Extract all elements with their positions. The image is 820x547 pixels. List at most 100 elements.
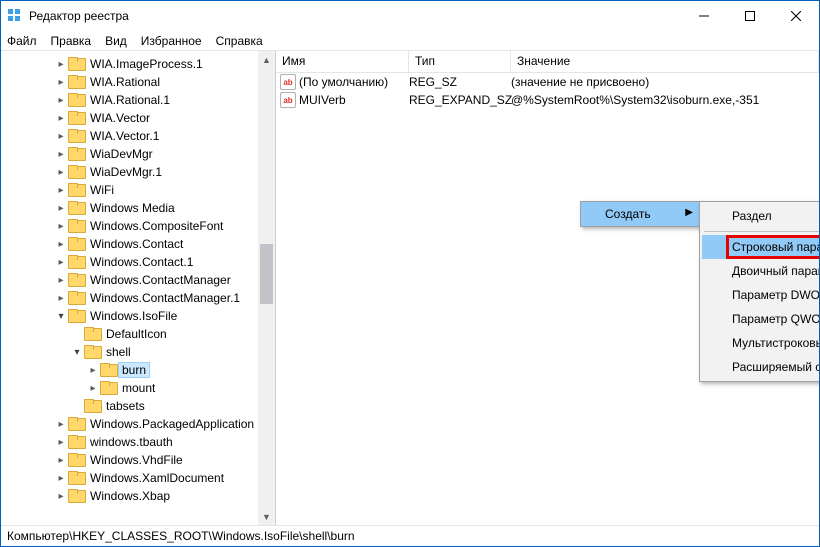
folder-icon [100,363,116,377]
tree-item[interactable]: Windows.ContactManager.1 [1,289,275,307]
chevron-right-icon[interactable] [55,293,67,304]
maximize-button[interactable] [727,1,773,31]
tree-item[interactable]: Windows.PackagedApplication [1,415,275,433]
tree-item[interactable]: DefaultIcon [1,325,275,343]
app-icon [7,8,23,24]
tree-item[interactable]: Windows.Contact [1,235,275,253]
tree-item[interactable]: Windows.IsoFile [1,307,275,325]
ctx-new-expandstring[interactable]: Расширяемый строковый параметр [702,355,819,379]
chevron-right-icon[interactable] [55,257,67,268]
folder-icon [68,291,84,305]
close-button[interactable] [773,1,819,31]
tree-item-label: Windows.IsoFile [87,309,180,323]
scroll-thumb[interactable] [260,244,273,304]
tree-item[interactable]: shell [1,343,275,361]
folder-icon [68,417,84,431]
chevron-right-icon[interactable] [55,491,67,502]
value-name: (По умолчанию) [299,75,409,89]
chevron-right-icon[interactable] [55,203,67,214]
ctx-new-binary[interactable]: Двоичный параметр [702,259,819,283]
tree-item[interactable]: Windows.CompositeFont [1,217,275,235]
ctx-new-string[interactable]: Строковый параметр [702,235,819,259]
chevron-right-icon[interactable] [87,383,99,394]
tree-item[interactable]: Windows Media [1,199,275,217]
tree-item[interactable]: WIA.Vector.1 [1,127,275,145]
chevron-right-icon[interactable] [55,167,67,178]
tree-item-label: Windows.ContactManager.1 [87,291,243,305]
folder-icon [68,93,84,107]
col-name[interactable]: Имя [276,51,409,72]
tree-item[interactable]: WiFi [1,181,275,199]
menu-view[interactable]: Вид [105,34,127,48]
folder-icon [84,399,100,413]
tree-item[interactable]: Windows.VhdFile [1,451,275,469]
chevron-right-icon[interactable] [55,131,67,142]
folder-icon [68,273,84,287]
chevron-right-icon[interactable] [55,95,67,106]
chevron-down-icon[interactable] [71,347,83,358]
string-value-icon: ab [280,92,296,108]
chevron-right-icon[interactable] [55,185,67,196]
titlebar[interactable]: Редактор реестра [1,1,819,31]
chevron-right-icon[interactable] [55,437,67,448]
scroll-down-icon[interactable]: ▼ [258,508,275,525]
tree-item[interactable]: WIA.Vector [1,109,275,127]
menu-favorites[interactable]: Избранное [141,34,202,48]
ctx-new-qword[interactable]: Параметр QWORD (64 бита) [702,307,819,331]
tree-scrollbar[interactable]: ▲ ▼ [258,51,275,525]
folder-icon [68,201,84,215]
value-row[interactable]: ab(По умолчанию)REG_SZ(значение не присв… [276,73,819,91]
folder-icon [68,489,84,503]
chevron-down-icon[interactable] [55,311,67,322]
values-pane[interactable]: Имя Тип Значение ab(По умолчанию)REG_SZ(… [276,51,819,525]
folder-icon [84,327,100,341]
tree-item[interactable]: windows.tbauth [1,433,275,451]
chevron-right-icon[interactable] [55,275,67,286]
ctx-new-key[interactable]: Раздел [702,204,819,228]
tree-item-label: Windows.Contact [87,237,186,251]
chevron-right-icon[interactable] [87,365,99,376]
chevron-right-icon[interactable] [55,113,67,124]
tree-item[interactable]: WIA.Rational [1,73,275,91]
ctx-new-label: Создать [605,207,651,221]
folder-icon [68,453,84,467]
menu-edit[interactable]: Правка [51,34,92,48]
chevron-right-icon[interactable] [55,149,67,160]
tree-item[interactable]: mount [1,379,275,397]
tree-item[interactable]: WIA.ImageProcess.1 [1,55,275,73]
col-type[interactable]: Тип [409,51,511,72]
tree-item[interactable]: burn [1,361,275,379]
chevron-right-icon[interactable] [55,455,67,466]
tree-item[interactable]: WIA.Rational.1 [1,91,275,109]
ctx-new-multistring[interactable]: Мультистроковый параметр [702,331,819,355]
tree-item[interactable]: Windows.ContactManager [1,271,275,289]
tree-item[interactable]: Windows.Xbap [1,487,275,505]
tree-item-label: Windows.VhdFile [87,453,186,467]
chevron-right-icon[interactable] [55,473,67,484]
chevron-right-icon[interactable] [55,239,67,250]
tree-item[interactable]: Windows.Contact.1 [1,253,275,271]
tree-pane[interactable]: WIA.ImageProcess.1WIA.RationalWIA.Ration… [1,51,276,525]
tree-item[interactable]: tabsets [1,397,275,415]
chevron-right-icon[interactable] [55,77,67,88]
tree-item-label: Windows.PackagedApplication [87,417,257,431]
value-row[interactable]: abMUIVerbREG_EXPAND_SZ@%SystemRoot%\Syst… [276,91,819,109]
tree-item[interactable]: WiaDevMgr.1 [1,163,275,181]
tree-item-label: burn [119,363,149,377]
scroll-up-icon[interactable]: ▲ [258,51,275,68]
menu-help[interactable]: Справка [216,34,263,48]
minimize-button[interactable] [681,1,727,31]
chevron-right-icon[interactable] [55,419,67,430]
tree-item[interactable]: WiaDevMgr [1,145,275,163]
ctx-new-dword[interactable]: Параметр DWORD (32 бита) [702,283,819,307]
tree-item[interactable]: Windows.XamlDocument [1,469,275,487]
status-path: Компьютер\HKEY_CLASSES_ROOT\Windows.IsoF… [7,529,355,543]
chevron-right-icon[interactable] [55,59,67,70]
menu-file[interactable]: Файл [7,34,37,48]
tree-item-label: WIA.Vector [87,111,153,125]
col-value[interactable]: Значение [511,51,819,72]
folder-icon [68,165,84,179]
chevron-right-icon[interactable] [55,221,67,232]
ctx-new[interactable]: Создать ▶ [581,202,699,226]
registry-editor-window: Редактор реестра Файл Правка Вид Избранн… [0,0,820,547]
